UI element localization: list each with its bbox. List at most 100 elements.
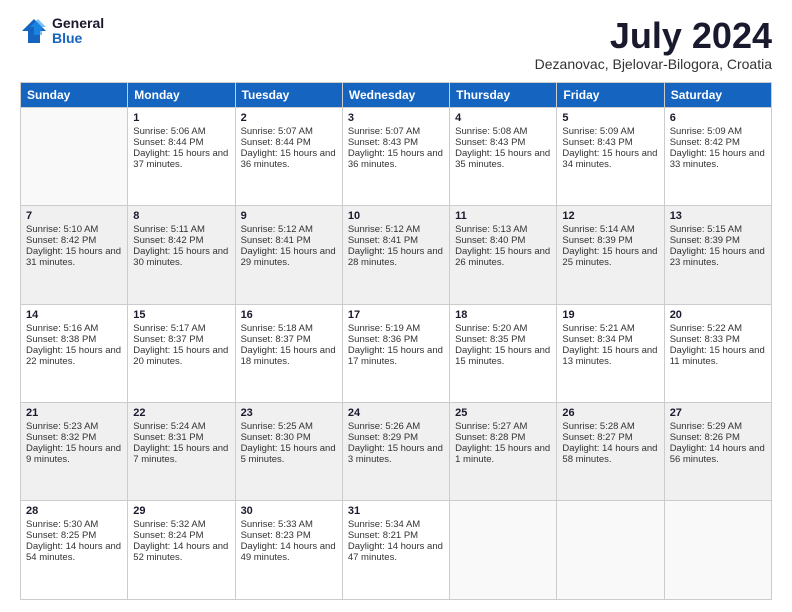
col-wednesday: Wednesday <box>342 82 449 107</box>
col-friday: Friday <box>557 82 664 107</box>
day-cell: 19 Sunrise: 5:21 AM Sunset: 8:34 PM Dayl… <box>557 304 664 402</box>
page: General Blue July 2024 Dezanovac, Bjelov… <box>0 0 792 612</box>
sunrise-text: Sunrise: 5:32 AM <box>133 519 205 530</box>
week-row-4: 21 Sunrise: 5:23 AM Sunset: 8:32 PM Dayl… <box>21 403 772 501</box>
day-cell: 17 Sunrise: 5:19 AM Sunset: 8:36 PM Dayl… <box>342 304 449 402</box>
day-cell <box>664 501 771 600</box>
sunrise-text: Sunrise: 5:29 AM <box>670 421 742 432</box>
day-cell: 22 Sunrise: 5:24 AM Sunset: 8:31 PM Dayl… <box>128 403 235 501</box>
sunset-text: Sunset: 8:27 PM <box>562 432 632 443</box>
daylight-text: Daylight: 15 hours and 1 minute. <box>455 443 550 465</box>
sunset-text: Sunset: 8:36 PM <box>348 334 418 345</box>
daylight-text: Daylight: 14 hours and 56 minutes. <box>670 443 765 465</box>
sunrise-text: Sunrise: 5:11 AM <box>133 224 205 235</box>
daylight-text: Daylight: 15 hours and 23 minutes. <box>670 246 765 268</box>
daylight-text: Daylight: 15 hours and 34 minutes. <box>562 148 657 170</box>
day-cell: 6 Sunrise: 5:09 AM Sunset: 8:42 PM Dayli… <box>664 107 771 205</box>
sunset-text: Sunset: 8:37 PM <box>241 334 311 345</box>
daylight-text: Daylight: 15 hours and 17 minutes. <box>348 345 443 367</box>
sunset-text: Sunset: 8:43 PM <box>348 137 418 148</box>
sunrise-text: Sunrise: 5:20 AM <box>455 323 527 334</box>
day-cell: 16 Sunrise: 5:18 AM Sunset: 8:37 PM Dayl… <box>235 304 342 402</box>
sunset-text: Sunset: 8:23 PM <box>241 530 311 541</box>
sunrise-text: Sunrise: 5:07 AM <box>348 126 420 137</box>
sunrise-text: Sunrise: 5:13 AM <box>455 224 527 235</box>
week-row-3: 14 Sunrise: 5:16 AM Sunset: 8:38 PM Dayl… <box>21 304 772 402</box>
day-cell: 31 Sunrise: 5:34 AM Sunset: 8:21 PM Dayl… <box>342 501 449 600</box>
day-number: 28 <box>26 505 122 517</box>
daylight-text: Daylight: 15 hours and 13 minutes. <box>562 345 657 367</box>
sunset-text: Sunset: 8:41 PM <box>348 235 418 246</box>
sunset-text: Sunset: 8:34 PM <box>562 334 632 345</box>
sunrise-text: Sunrise: 5:33 AM <box>241 519 313 530</box>
day-number: 13 <box>670 210 766 222</box>
sunrise-text: Sunrise: 5:10 AM <box>26 224 98 235</box>
daylight-text: Daylight: 15 hours and 20 minutes. <box>133 345 228 367</box>
title-block: July 2024 Dezanovac, Bjelovar-Bilogora, … <box>535 16 772 72</box>
daylight-text: Daylight: 14 hours and 58 minutes. <box>562 443 657 465</box>
col-tuesday: Tuesday <box>235 82 342 107</box>
daylight-text: Daylight: 14 hours and 49 minutes. <box>241 541 336 563</box>
day-number: 11 <box>455 210 551 222</box>
day-cell: 10 Sunrise: 5:12 AM Sunset: 8:41 PM Dayl… <box>342 206 449 304</box>
sunrise-text: Sunrise: 5:21 AM <box>562 323 634 334</box>
daylight-text: Daylight: 15 hours and 29 minutes. <box>241 246 336 268</box>
sunrise-text: Sunrise: 5:09 AM <box>670 126 742 137</box>
daylight-text: Daylight: 14 hours and 47 minutes. <box>348 541 443 563</box>
daylight-text: Daylight: 15 hours and 3 minutes. <box>348 443 443 465</box>
sunset-text: Sunset: 8:42 PM <box>670 137 740 148</box>
calendar-table: Sunday Monday Tuesday Wednesday Thursday… <box>20 82 772 600</box>
day-number: 31 <box>348 505 444 517</box>
day-cell: 8 Sunrise: 5:11 AM Sunset: 8:42 PM Dayli… <box>128 206 235 304</box>
sunset-text: Sunset: 8:42 PM <box>133 235 203 246</box>
day-number: 7 <box>26 210 122 222</box>
day-number: 5 <box>562 112 658 124</box>
sunrise-text: Sunrise: 5:23 AM <box>26 421 98 432</box>
day-number: 9 <box>241 210 337 222</box>
week-row-2: 7 Sunrise: 5:10 AM Sunset: 8:42 PM Dayli… <box>21 206 772 304</box>
daylight-text: Daylight: 15 hours and 36 minutes. <box>241 148 336 170</box>
sunrise-text: Sunrise: 5:12 AM <box>241 224 313 235</box>
sunrise-text: Sunrise: 5:14 AM <box>562 224 634 235</box>
day-cell: 18 Sunrise: 5:20 AM Sunset: 8:35 PM Dayl… <box>450 304 557 402</box>
sunrise-text: Sunrise: 5:09 AM <box>562 126 634 137</box>
day-cell: 29 Sunrise: 5:32 AM Sunset: 8:24 PM Dayl… <box>128 501 235 600</box>
day-number: 1 <box>133 112 229 124</box>
sunset-text: Sunset: 8:26 PM <box>670 432 740 443</box>
day-cell: 11 Sunrise: 5:13 AM Sunset: 8:40 PM Dayl… <box>450 206 557 304</box>
sunset-text: Sunset: 8:28 PM <box>455 432 525 443</box>
day-cell: 9 Sunrise: 5:12 AM Sunset: 8:41 PM Dayli… <box>235 206 342 304</box>
day-number: 15 <box>133 309 229 321</box>
day-number: 17 <box>348 309 444 321</box>
sunrise-text: Sunrise: 5:08 AM <box>455 126 527 137</box>
daylight-text: Daylight: 15 hours and 25 minutes. <box>562 246 657 268</box>
sunrise-text: Sunrise: 5:18 AM <box>241 323 313 334</box>
col-saturday: Saturday <box>664 82 771 107</box>
sunset-text: Sunset: 8:43 PM <box>455 137 525 148</box>
sunset-text: Sunset: 8:39 PM <box>562 235 632 246</box>
day-cell: 12 Sunrise: 5:14 AM Sunset: 8:39 PM Dayl… <box>557 206 664 304</box>
sunrise-text: Sunrise: 5:30 AM <box>26 519 98 530</box>
day-number: 23 <box>241 407 337 419</box>
day-number: 6 <box>670 112 766 124</box>
col-monday: Monday <box>128 82 235 107</box>
day-cell: 25 Sunrise: 5:27 AM Sunset: 8:28 PM Dayl… <box>450 403 557 501</box>
logo-general-text: General <box>52 16 104 31</box>
day-cell: 1 Sunrise: 5:06 AM Sunset: 8:44 PM Dayli… <box>128 107 235 205</box>
logo: General Blue <box>20 16 104 47</box>
daylight-text: Daylight: 14 hours and 52 minutes. <box>133 541 228 563</box>
sunset-text: Sunset: 8:38 PM <box>26 334 96 345</box>
week-row-5: 28 Sunrise: 5:30 AM Sunset: 8:25 PM Dayl… <box>21 501 772 600</box>
logo-blue-text: Blue <box>52 31 104 46</box>
daylight-text: Daylight: 15 hours and 33 minutes. <box>670 148 765 170</box>
sunrise-text: Sunrise: 5:16 AM <box>26 323 98 334</box>
sunset-text: Sunset: 8:44 PM <box>133 137 203 148</box>
sunrise-text: Sunrise: 5:28 AM <box>562 421 634 432</box>
daylight-text: Daylight: 15 hours and 18 minutes. <box>241 345 336 367</box>
sunrise-text: Sunrise: 5:06 AM <box>133 126 205 137</box>
day-number: 27 <box>670 407 766 419</box>
daylight-text: Daylight: 15 hours and 22 minutes. <box>26 345 121 367</box>
daylight-text: Daylight: 15 hours and 28 minutes. <box>348 246 443 268</box>
day-number: 26 <box>562 407 658 419</box>
sunset-text: Sunset: 8:35 PM <box>455 334 525 345</box>
